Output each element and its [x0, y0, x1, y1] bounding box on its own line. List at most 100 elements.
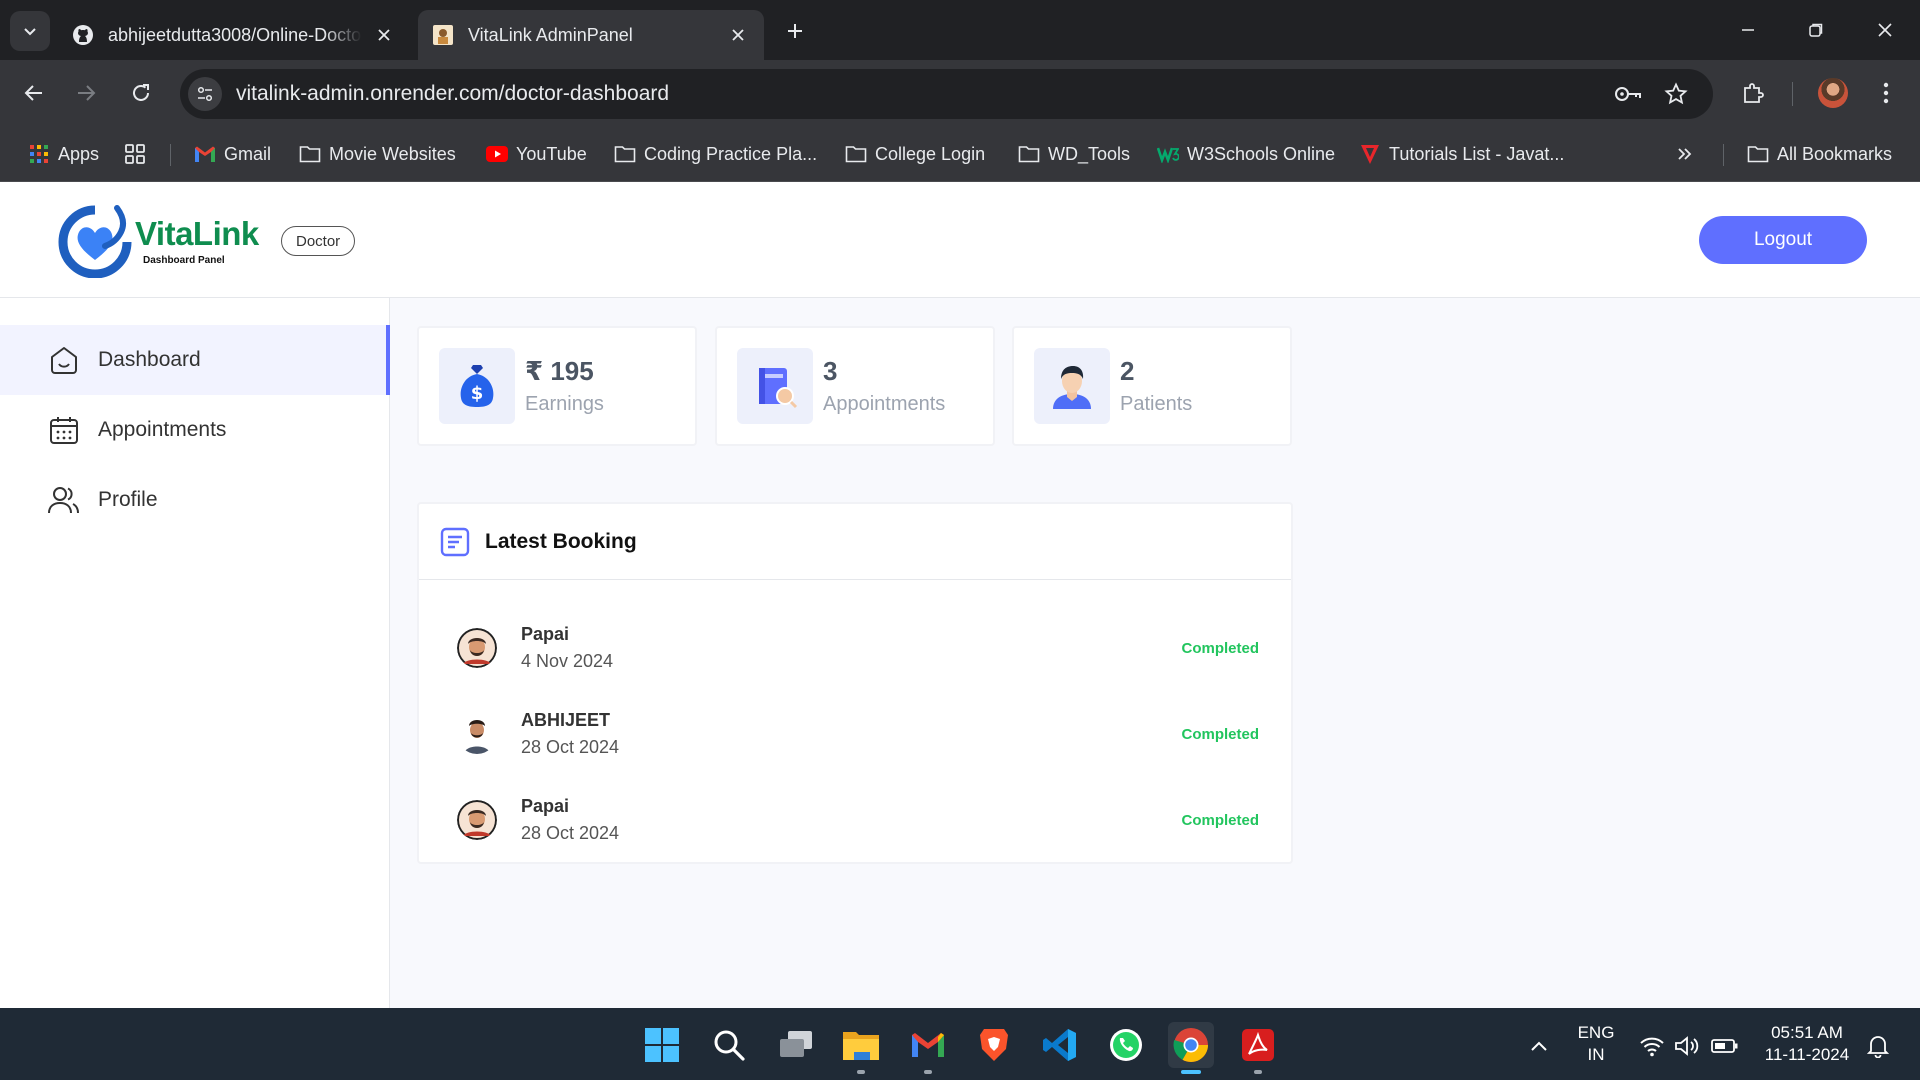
- vscode-icon: [1043, 1029, 1076, 1061]
- password-key-icon[interactable]: [1612, 78, 1644, 110]
- search-icon: [714, 1030, 745, 1061]
- extensions-icon[interactable]: [1733, 73, 1773, 113]
- language-indicator[interactable]: ENG IN: [1574, 1022, 1618, 1066]
- bookmarks-overflow-button[interactable]: [1676, 138, 1694, 170]
- bookmark-tab-groups[interactable]: [124, 138, 154, 170]
- bookmark-all-bookmarks[interactable]: All Bookmarks: [1747, 138, 1892, 170]
- profile-avatar[interactable]: [1813, 73, 1853, 113]
- money-bag-icon: $: [439, 348, 515, 424]
- logout-button[interactable]: Logout: [1699, 216, 1867, 264]
- close-window-button[interactable]: [1863, 10, 1907, 50]
- booking-date: 28 Oct 2024: [521, 823, 620, 843]
- sidebar-item-appointments[interactable]: Appointments: [0, 395, 390, 465]
- patient-name: Papai: [521, 624, 570, 644]
- bookmark-wd-tools[interactable]: WD_Tools: [1018, 138, 1130, 170]
- app-header: VitaLink Dashboard Panel Doctor Logout: [0, 182, 1920, 298]
- bookmark-label: College Login: [875, 143, 986, 164]
- bookmark-gmail[interactable]: Gmail: [194, 138, 271, 170]
- sidebar: Dashboard Appointments Profile: [0, 298, 390, 1008]
- menu-icon[interactable]: [1866, 73, 1906, 113]
- folder-icon: [1018, 143, 1040, 165]
- task-view-button[interactable]: [773, 1022, 819, 1068]
- vscode-button[interactable]: [1037, 1022, 1083, 1068]
- language-code: ENG: [1577, 1023, 1615, 1042]
- site-info-icon[interactable]: [188, 77, 222, 111]
- bookmark-separator: [1723, 144, 1724, 166]
- close-tab-icon[interactable]: [372, 23, 396, 47]
- acrobat-button[interactable]: [1235, 1022, 1281, 1074]
- whatsapp-button[interactable]: [1103, 1022, 1149, 1068]
- bookmark-coding-practice[interactable]: Coding Practice Pla...: [614, 138, 817, 170]
- bookmark-youtube[interactable]: YouTube: [486, 138, 587, 170]
- stat-card-patients[interactable]: 2 Patients: [1012, 326, 1292, 446]
- wifi-icon[interactable]: [1638, 1032, 1666, 1060]
- close-icon: [1878, 23, 1892, 37]
- latest-booking-header: Latest Booking: [419, 504, 1291, 580]
- javatpoint-icon: [1359, 143, 1381, 165]
- latest-booking-panel: Latest Booking Papai 4 Nov 2024 Complete…: [417, 502, 1293, 864]
- appointments-value: 3: [823, 356, 838, 386]
- browser-toolbar: vitalink-admin.onrender.com/doctor-dashb…: [0, 60, 1920, 126]
- patient-avatar: [457, 714, 497, 754]
- stat-card-appointments[interactable]: 3 Appointments: [715, 326, 995, 446]
- gmail-app-button[interactable]: [905, 1022, 951, 1074]
- back-button[interactable]: [14, 73, 54, 113]
- search-button[interactable]: [706, 1022, 752, 1068]
- active-indicator: [1181, 1070, 1201, 1074]
- windows-logo-icon: [645, 1028, 679, 1062]
- bookmark-label: WD_Tools: [1048, 143, 1131, 164]
- appointments-label: Appointments: [823, 393, 946, 415]
- clock[interactable]: 05:51 AM 11-11-2024: [1752, 1022, 1862, 1066]
- youtube-icon: [486, 143, 508, 165]
- bookmark-movie-websites[interactable]: Movie Websites: [299, 138, 456, 170]
- booking-row[interactable]: ABHIJEET 28 Oct 2024 Completed: [419, 694, 1291, 774]
- vitalink-favicon: [432, 24, 454, 46]
- brave-lion-icon: [980, 1029, 1008, 1061]
- stat-card-earnings[interactable]: $ ₹ 195 Earnings: [417, 326, 697, 446]
- chrome-button[interactable]: [1168, 1022, 1214, 1074]
- running-indicator: [857, 1070, 865, 1074]
- avatar: [1818, 78, 1848, 108]
- notifications-bell-icon[interactable]: [1864, 1032, 1892, 1060]
- url-text: vitalink-admin.onrender.com/doctor-dashb…: [236, 82, 670, 105]
- volume-icon[interactable]: [1673, 1032, 1701, 1060]
- booking-row[interactable]: Papai 28 Oct 2024 Completed: [419, 780, 1291, 860]
- reload-icon: [133, 84, 149, 101]
- gmail-icon: [912, 1033, 944, 1057]
- bookmark-college-login[interactable]: College Login: [845, 138, 985, 170]
- patient-icon: [1034, 348, 1110, 424]
- windows-taskbar: ENG IN 05:51 AM 11-11-2024: [0, 1008, 1920, 1080]
- new-tab-button[interactable]: [778, 14, 812, 48]
- star-icon[interactable]: [1660, 78, 1692, 110]
- tab-vitalink[interactable]: VitaLink AdminPanel: [418, 10, 764, 60]
- brave-browser-button[interactable]: [971, 1022, 1017, 1068]
- tab-search-button[interactable]: [10, 11, 50, 51]
- sidebar-item-dashboard[interactable]: Dashboard: [0, 325, 390, 395]
- bookmark-tutorials-list[interactable]: Tutorials List - Javat...: [1359, 138, 1564, 170]
- vitalink-logo[interactable]: VitaLink Dashboard Panel: [55, 197, 270, 282]
- close-tab-icon[interactable]: [726, 23, 750, 47]
- sidebar-item-profile[interactable]: Profile: [0, 465, 390, 535]
- bookmark-label: Coding Practice Pla...: [644, 143, 818, 164]
- booking-row[interactable]: Papai 4 Nov 2024 Completed: [419, 608, 1291, 688]
- bookmark-separator: [170, 144, 171, 166]
- reload-button[interactable]: [121, 73, 161, 113]
- hidden-icons-chevron-up-icon[interactable]: [1525, 1032, 1553, 1060]
- bookmark-label: Tutorials List - Javat...: [1389, 143, 1565, 164]
- earnings-value: ₹ 195: [525, 356, 594, 386]
- folder-icon: [1747, 143, 1769, 165]
- tab-github[interactable]: abhijeetdutta3008/Online-Doctor-Appointm…: [58, 10, 410, 60]
- bookmark-w3schools[interactable]: W3Schools Online: [1157, 138, 1335, 170]
- start-button[interactable]: [639, 1022, 685, 1068]
- forward-button[interactable]: [66, 73, 106, 113]
- battery-icon[interactable]: [1711, 1032, 1739, 1060]
- sidebar-item-label: Profile: [98, 488, 158, 511]
- file-explorer-button[interactable]: [838, 1022, 884, 1074]
- minimize-button[interactable]: [1726, 10, 1770, 50]
- heart-hands-logo-icon: [58, 205, 132, 278]
- address-bar[interactable]: vitalink-admin.onrender.com/doctor-dashb…: [180, 69, 1713, 119]
- restore-button[interactable]: [1794, 10, 1838, 50]
- clock-time: 05:51 AM: [1771, 1023, 1843, 1042]
- booking-date: 28 Oct 2024: [521, 737, 620, 757]
- bookmark-apps[interactable]: Apps: [28, 138, 99, 170]
